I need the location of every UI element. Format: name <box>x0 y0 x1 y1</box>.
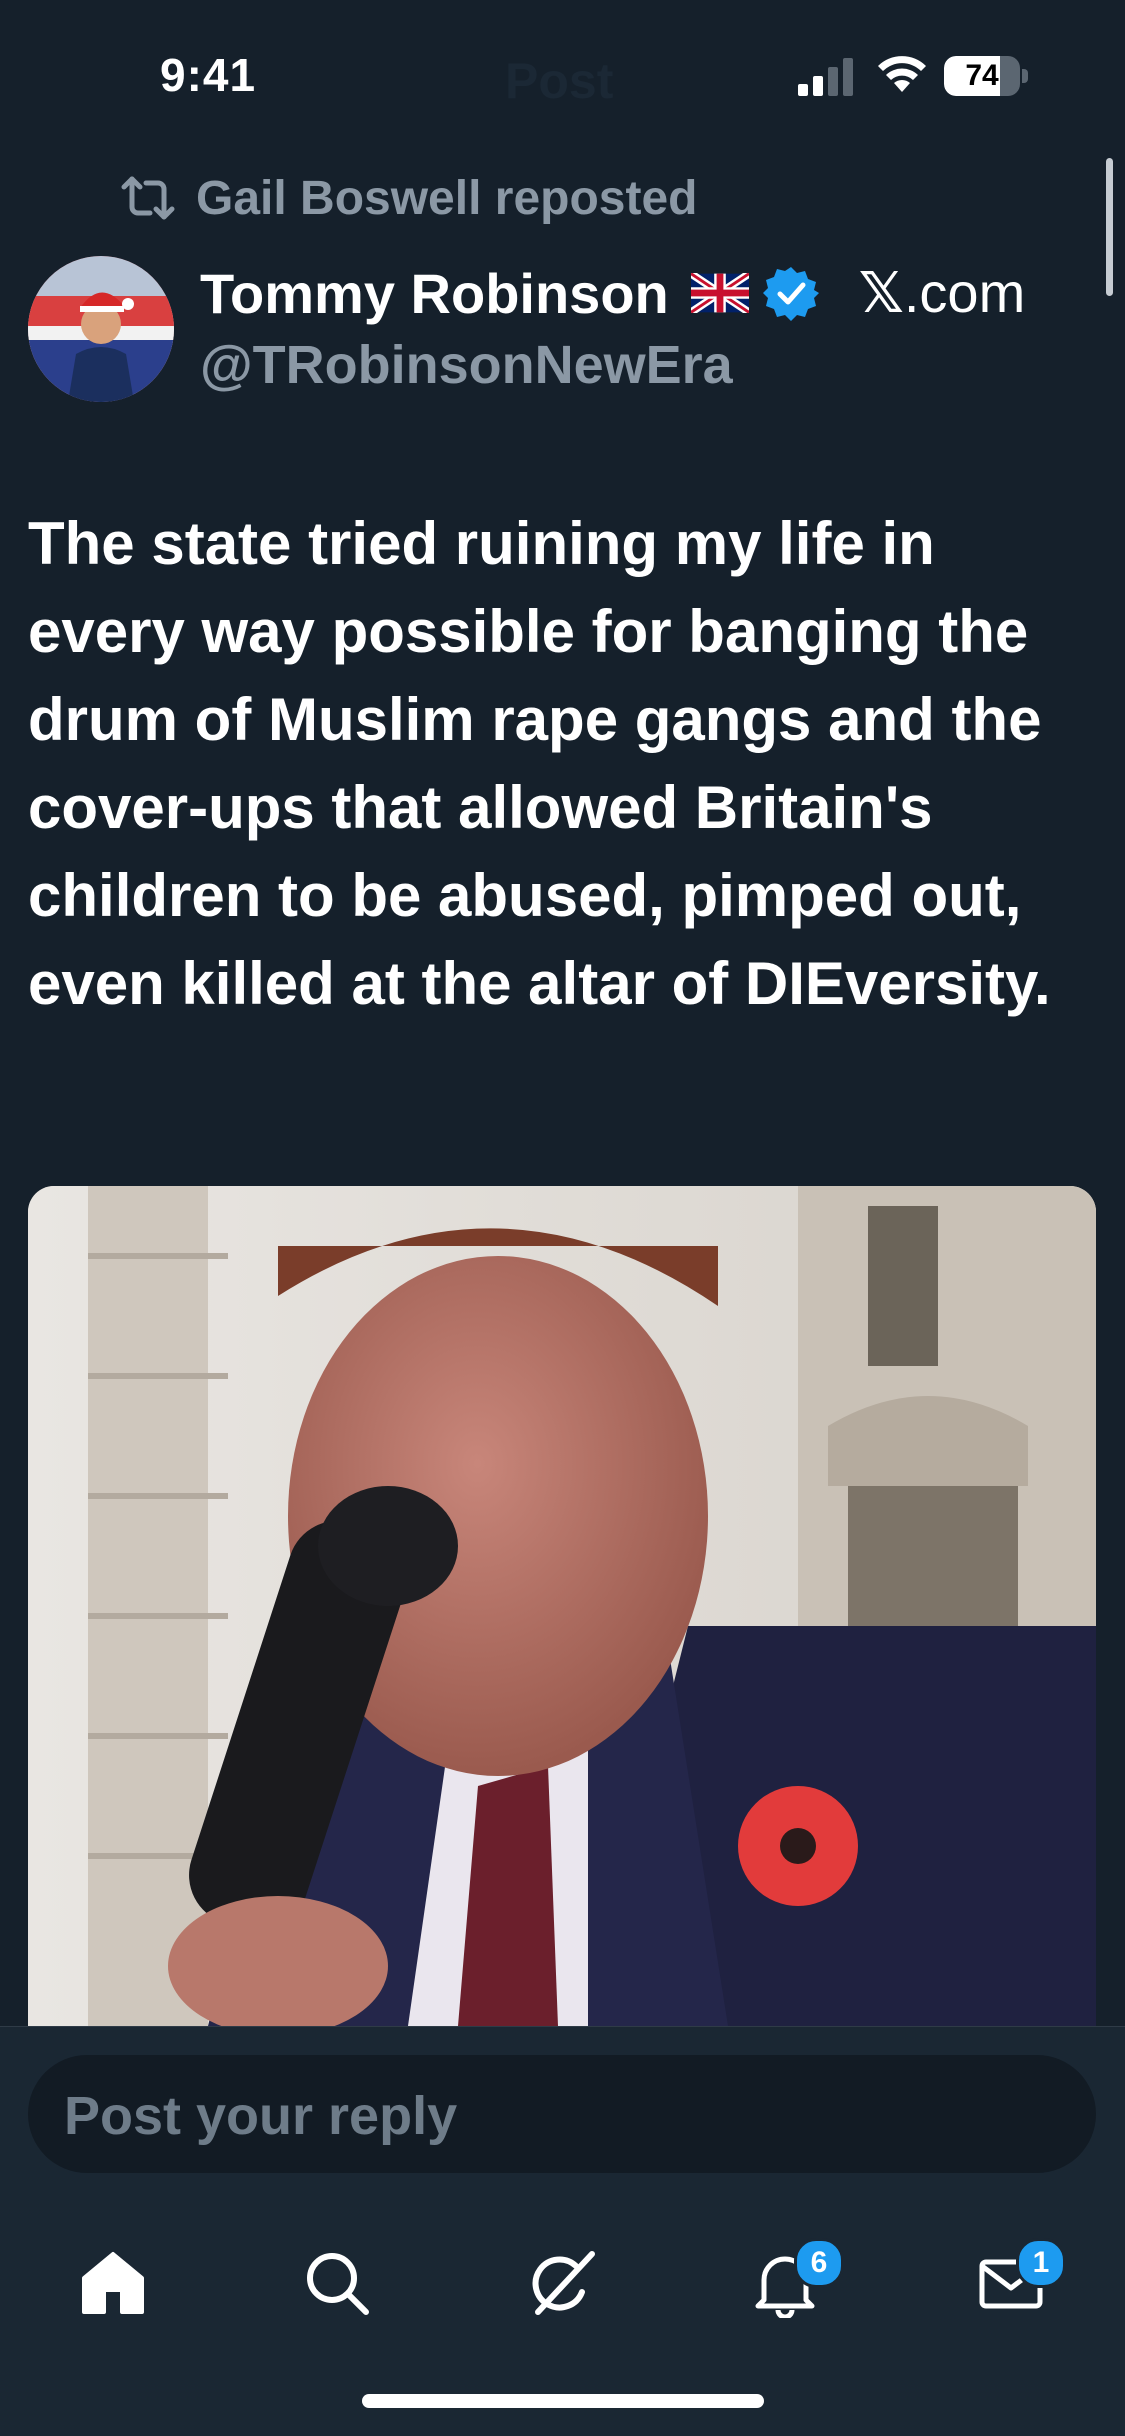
wifi-icon <box>878 56 926 92</box>
tab-messages[interactable]: 1 <box>956 2230 1066 2340</box>
post-media-video[interactable] <box>28 1186 1096 2026</box>
repost-icon <box>121 176 175 220</box>
repost-context[interactable]: Gail Boswell reposted <box>120 168 697 228</box>
uk-flag-icon <box>690 273 749 313</box>
reply-input[interactable]: Post your reply <box>28 2055 1096 2173</box>
home-indicator[interactable] <box>362 2394 764 2408</box>
grok-icon <box>532 2251 595 2315</box>
battery-percent: 74 <box>965 59 999 92</box>
notifications-badge: 6 <box>794 2238 844 2288</box>
battery-indicator: 74 <box>944 56 1028 96</box>
author-name[interactable]: Tommy Robinson <box>200 261 669 326</box>
status-bar: Post 9:41 74 <box>0 0 1125 150</box>
x-logo-icon: 𝕏 <box>858 261 904 324</box>
author-row[interactable]: Tommy Robinson 𝕏.com <box>200 258 1025 328</box>
bottom-tab-bar: 6 1 <box>0 2196 1125 2436</box>
post-text: The state tried ruining my life in every… <box>28 510 1051 1017</box>
avatar-image <box>28 256 174 402</box>
home-icon <box>82 2252 144 2314</box>
tab-grok[interactable] <box>506 2230 616 2340</box>
tab-home[interactable] <box>58 2230 168 2340</box>
tab-notifications[interactable]: 6 <box>730 2230 844 2340</box>
cellular-signal-icon <box>798 58 853 96</box>
source-domain: .com <box>903 261 1026 324</box>
tab-search[interactable] <box>282 2230 392 2340</box>
scroll-indicator[interactable] <box>1106 158 1113 296</box>
search-icon <box>307 2253 369 2315</box>
reply-bar: Post your reply <box>0 2026 1125 2197</box>
status-time: 9:41 <box>160 49 257 101</box>
author-handle[interactable]: @TRobinsonNewEra <box>200 334 733 396</box>
author-avatar[interactable] <box>28 256 174 402</box>
verified-badge-icon <box>762 267 819 321</box>
messages-badge: 1 <box>1016 2238 1066 2288</box>
video-frame <box>28 1186 1096 2026</box>
post-source: 𝕏.com <box>859 260 1025 326</box>
reply-placeholder: Post your reply <box>64 2086 458 2146</box>
header-title-ghost: Post <box>505 53 614 109</box>
repost-label: Gail Boswell reposted <box>196 171 698 225</box>
